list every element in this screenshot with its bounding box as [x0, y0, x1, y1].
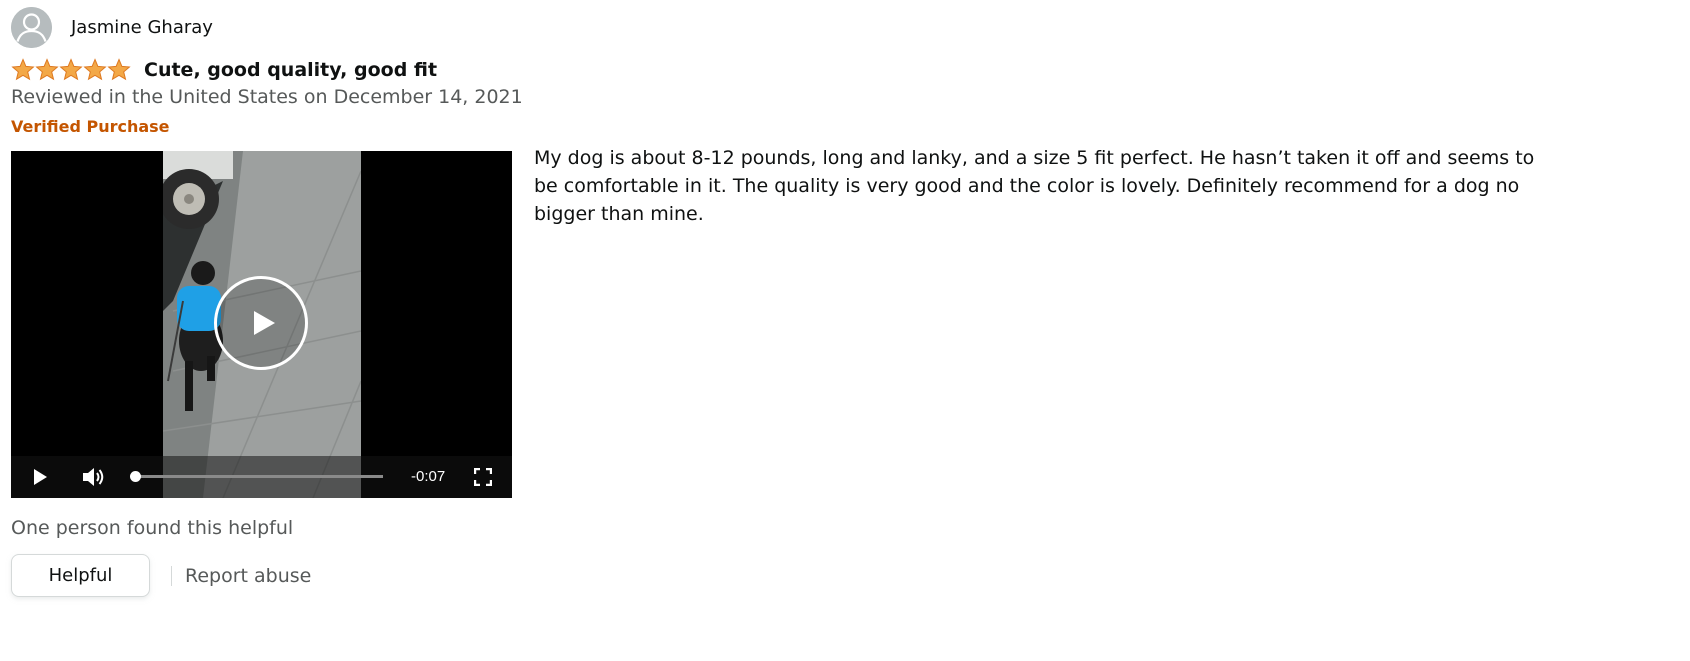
video-progress-bar[interactable] [135, 475, 383, 478]
helpful-count: One person found this helpful [11, 517, 294, 539]
star-filled-icon [107, 58, 131, 81]
fullscreen-icon[interactable] [474, 468, 492, 486]
reviewer-name[interactable]: Jasmine Gharay [71, 17, 213, 38]
video-time-remaining: -0:07 [411, 468, 446, 485]
person-silhouette-icon [11, 7, 52, 48]
avatar[interactable] [11, 7, 52, 48]
divider [171, 565, 172, 586]
play-icon[interactable] [31, 468, 49, 486]
helpful-button[interactable]: Helpful [11, 554, 150, 597]
review-actions: Helpful Report abuse [11, 554, 311, 597]
star-filled-icon [83, 58, 107, 81]
rating-row: Cute, good quality, good fit [11, 58, 437, 82]
star-rating[interactable] [11, 58, 131, 82]
review-video-player[interactable]: -0:07 [11, 151, 512, 498]
reviewer-profile[interactable]: Jasmine Gharay [11, 7, 213, 48]
video-controls: -0:07 [11, 456, 512, 498]
review-date: Reviewed in the United States on Decembe… [11, 86, 523, 108]
customer-review: Jasmine Gharay Cute, good quality, good … [11, 0, 1681, 661]
verified-purchase-badge[interactable]: Verified Purchase [11, 117, 170, 136]
star-filled-icon [11, 58, 35, 81]
star-filled-icon [35, 58, 59, 81]
play-circle-icon [254, 311, 275, 335]
star-filled-icon [59, 58, 83, 81]
video-progress-knob[interactable] [130, 471, 141, 482]
report-abuse-link[interactable]: Report abuse [185, 565, 311, 587]
review-body: My dog is about 8-12 pounds, long and la… [534, 147, 1535, 225]
volume-icon[interactable] [82, 466, 106, 488]
video-play-overlay[interactable] [214, 276, 308, 370]
review-title[interactable]: Cute, good quality, good fit [144, 59, 437, 81]
